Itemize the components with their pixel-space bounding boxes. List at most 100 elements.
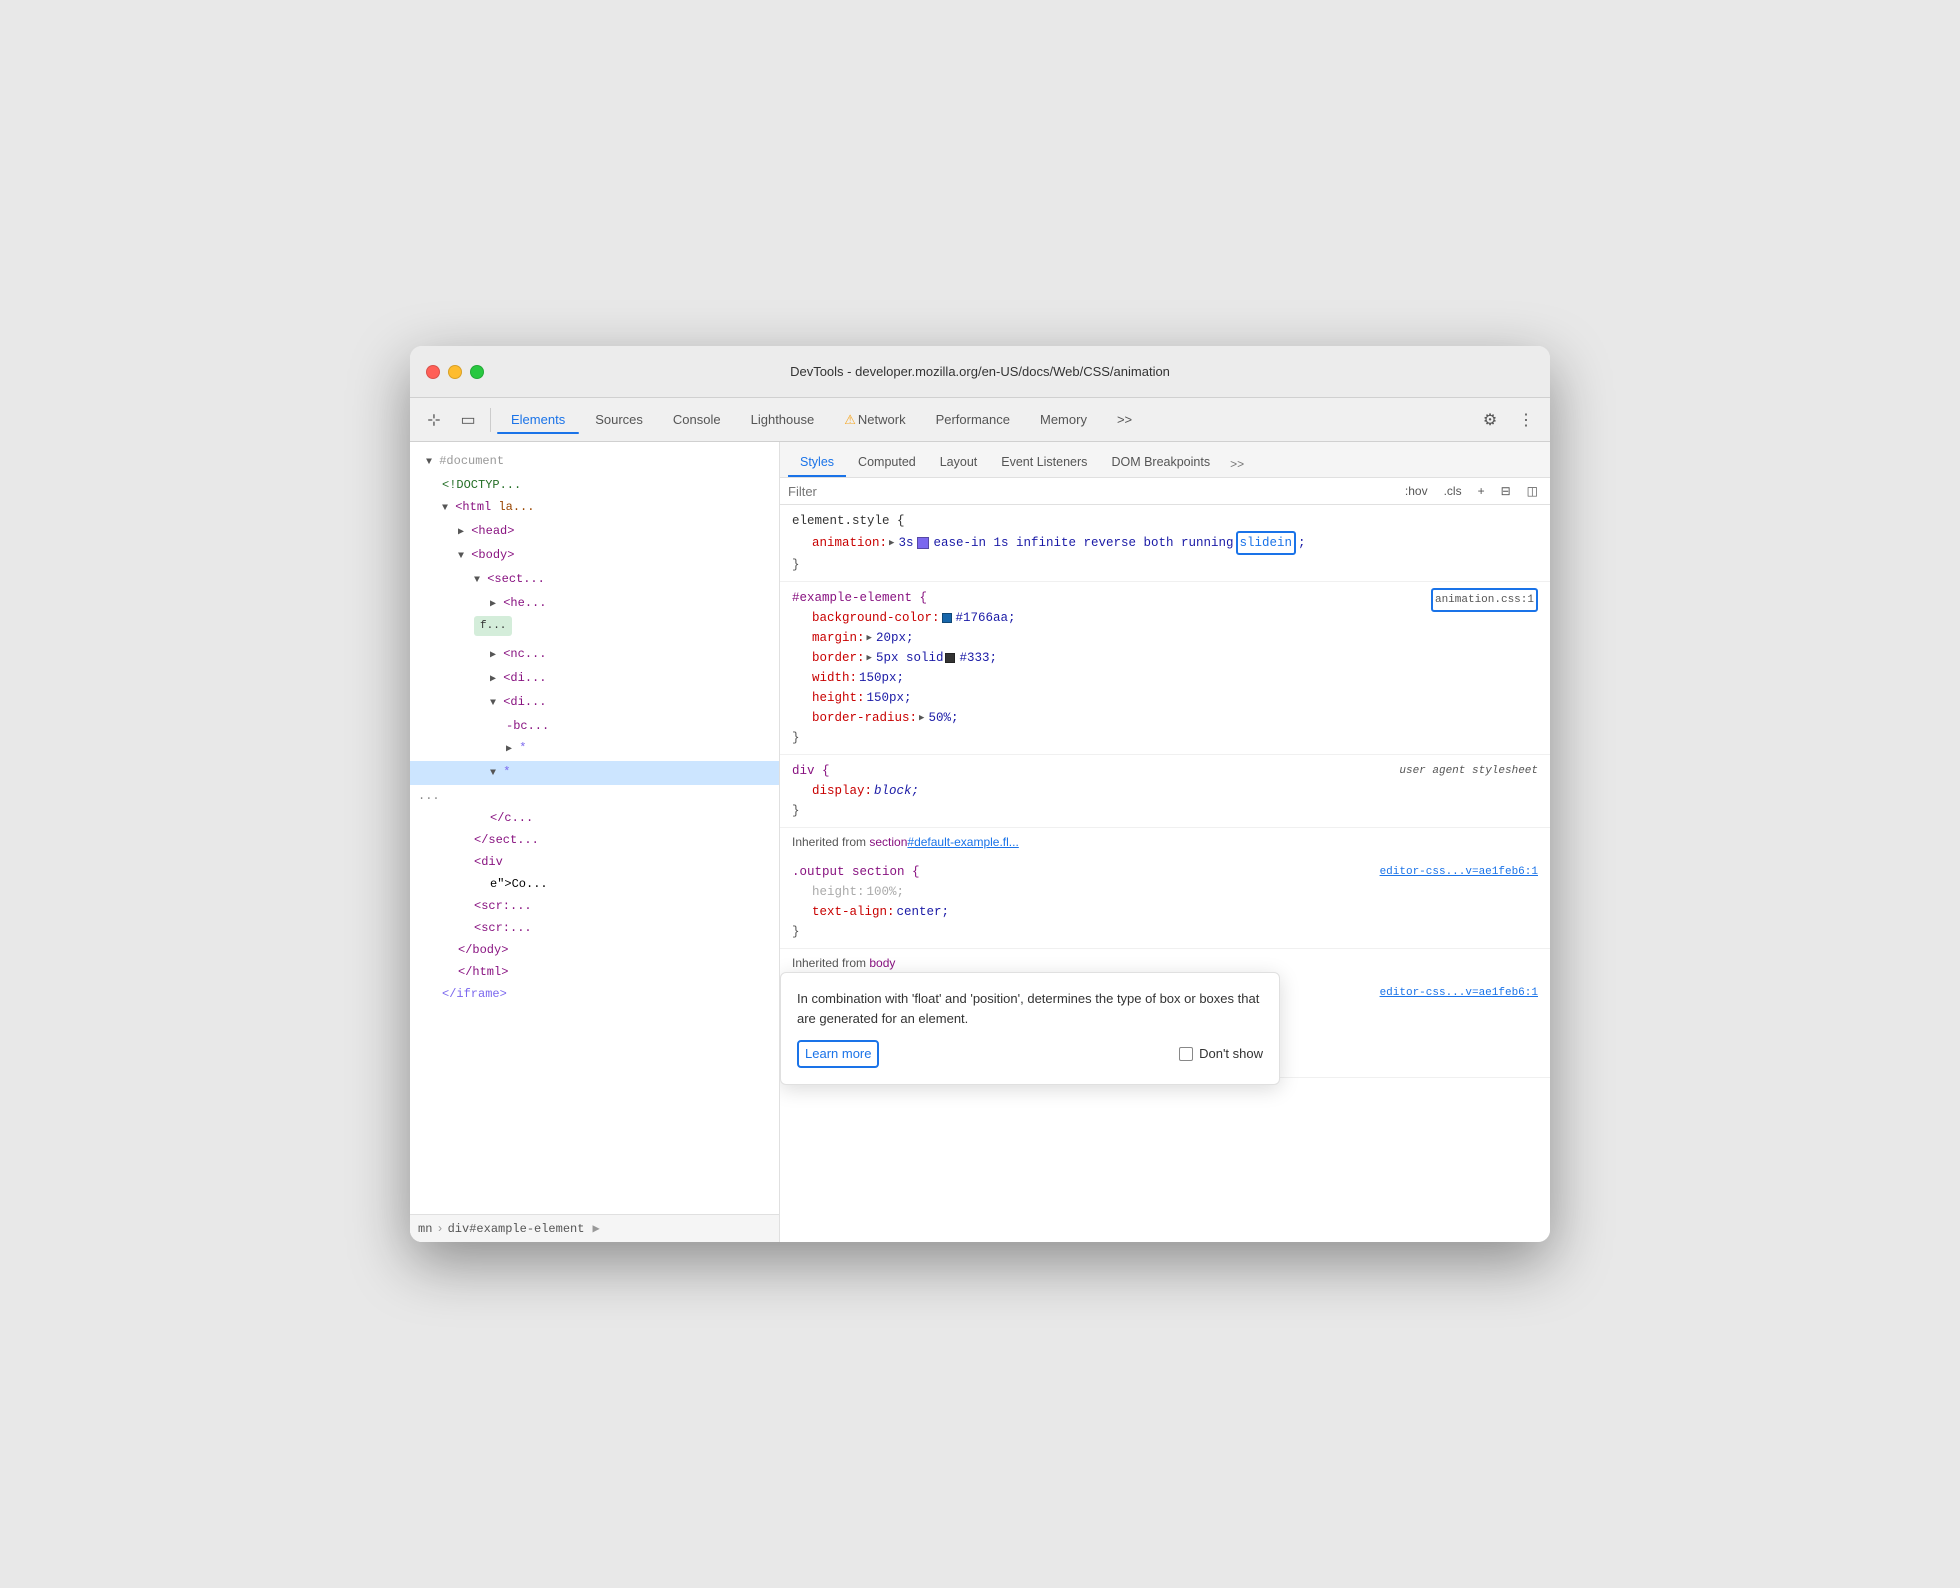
collapse-button[interactable]: ◫ bbox=[1523, 482, 1542, 500]
animation-prop-name[interactable]: animation: bbox=[812, 533, 887, 553]
styles-tab-dom-breakpoints[interactable]: DOM Breakpoints bbox=[1099, 449, 1222, 477]
learn-more-link[interactable]: Learn more bbox=[797, 1040, 879, 1068]
styles-content[interactable]: element.style { animation: ▶ 3s ease-in … bbox=[780, 505, 1550, 1242]
cls-button[interactable]: .cls bbox=[1440, 482, 1466, 500]
filter-bar: :hov .cls + ⊟ ◫ bbox=[780, 478, 1550, 505]
body-source[interactable]: editor-css...v=ae1feb6:1 bbox=[1380, 983, 1538, 1003]
margin-triangle[interactable]: ▶ bbox=[867, 628, 872, 648]
display-prop[interactable]: display: bbox=[812, 781, 872, 801]
height-prop[interactable]: height: bbox=[812, 688, 865, 708]
animation-name-highlight[interactable]: slidein bbox=[1236, 531, 1297, 555]
dom-div[interactable]: <div bbox=[410, 851, 779, 873]
bg-color-prop[interactable]: background-color: bbox=[812, 608, 940, 628]
animation-prop-line: animation: ▶ 3s ease-in 1s infinite reve… bbox=[792, 531, 1538, 555]
border-color-swatch[interactable] bbox=[945, 653, 955, 663]
window-title: DevTools - developer.mozilla.org/en-US/d… bbox=[790, 364, 1170, 379]
dom-di1[interactable]: ▶ <di... bbox=[410, 667, 779, 691]
output-height-val: 100%; bbox=[867, 882, 905, 902]
styles-tab-event-listeners[interactable]: Event Listeners bbox=[989, 449, 1099, 477]
dom-bc[interactable]: -bc... bbox=[410, 715, 779, 737]
div-selector: div { bbox=[792, 764, 830, 778]
dom-scr2[interactable]: <scr:... bbox=[410, 917, 779, 939]
filter-input[interactable] bbox=[788, 484, 1393, 499]
dom-breadcrumb: mn › div#example-element ▶ bbox=[410, 1214, 779, 1242]
dom-tree[interactable]: ▼ #document <!DOCTYP... ▼ <html la... ▶ … bbox=[410, 442, 779, 1214]
breadcrumb-div[interactable]: div#example-element bbox=[448, 1222, 585, 1236]
dom-document[interactable]: ▼ #document bbox=[410, 450, 779, 474]
margin-prop[interactable]: margin: bbox=[812, 628, 865, 648]
text-align-prop[interactable]: text-align: bbox=[812, 902, 895, 922]
dom-star[interactable]: ▶ * bbox=[410, 737, 779, 761]
tab-network[interactable]: ⚠Network bbox=[830, 406, 919, 434]
dom-star2[interactable]: ▼ * bbox=[410, 761, 779, 785]
dom-doctype[interactable]: <!DOCTYP... bbox=[410, 474, 779, 496]
close-button[interactable] bbox=[426, 365, 440, 379]
settings-icon[interactable]: ⚙ bbox=[1474, 404, 1506, 436]
bg-color-val: #1766aa; bbox=[956, 608, 1016, 628]
dom-badge[interactable]: f... bbox=[474, 616, 512, 636]
div-rule: user agent stylesheet div { display: blo… bbox=[780, 755, 1550, 828]
section-link2[interactable]: #default-example.fl... bbox=[907, 835, 1018, 849]
maximize-button[interactable] bbox=[470, 365, 484, 379]
minimize-button[interactable] bbox=[448, 365, 462, 379]
section-link[interactable]: section bbox=[869, 835, 907, 849]
dom-close-sect[interactable]: </sect... bbox=[410, 829, 779, 851]
text-align-val: center; bbox=[897, 902, 950, 922]
dom-close-iframe[interactable]: </iframe> bbox=[410, 983, 779, 1005]
output-height-prop[interactable]: height: bbox=[812, 882, 865, 902]
styles-tab-computed[interactable]: Computed bbox=[846, 449, 928, 477]
tab-elements[interactable]: Elements bbox=[497, 406, 579, 433]
dom-co[interactable]: e">Co... bbox=[410, 873, 779, 895]
more-options-icon[interactable]: ⋮ bbox=[1510, 404, 1542, 436]
inspect-style-button[interactable]: ⊟ bbox=[1497, 482, 1515, 500]
dom-panel: ▼ #document <!DOCTYP... ▼ <html la... ▶ … bbox=[410, 442, 780, 1242]
dom-scr1[interactable]: <scr:... bbox=[410, 895, 779, 917]
tooltip-popup: In combination with 'float' and 'positio… bbox=[780, 972, 1280, 1085]
dom-body[interactable]: ▼ <body> bbox=[410, 544, 779, 568]
styles-tab-layout[interactable]: Layout bbox=[928, 449, 990, 477]
dont-show-checkbox[interactable] bbox=[1179, 1047, 1193, 1061]
animation-easing: ease-in 1s infinite reverse both running bbox=[933, 533, 1233, 553]
easing-swatch[interactable] bbox=[917, 537, 929, 549]
add-style-button[interactable]: + bbox=[1474, 482, 1489, 500]
dom-he[interactable]: ▶ <he... bbox=[410, 592, 779, 616]
width-prop[interactable]: width: bbox=[812, 668, 857, 688]
dom-close-body[interactable]: </body> bbox=[410, 939, 779, 961]
tab-more[interactable]: >> bbox=[1103, 406, 1146, 433]
breadcrumb-arrow[interactable]: ▶ bbox=[592, 1221, 599, 1236]
bg-color-swatch[interactable] bbox=[942, 613, 952, 623]
hov-button[interactable]: :hov bbox=[1401, 482, 1432, 500]
example-element-selector: #example-element { bbox=[792, 591, 927, 605]
styles-tab-styles[interactable]: Styles bbox=[788, 449, 846, 477]
tab-performance[interactable]: Performance bbox=[922, 406, 1024, 433]
border-triangle[interactable]: ▶ bbox=[867, 648, 872, 668]
output-height-line: height: 100%; bbox=[792, 882, 1538, 902]
border-radius-triangle[interactable]: ▶ bbox=[919, 708, 924, 728]
styles-tab-more[interactable]: >> bbox=[1222, 451, 1252, 477]
toolbar-end: ⚙ ⋮ bbox=[1474, 404, 1542, 436]
dom-nc[interactable]: ▶ <nc... bbox=[410, 643, 779, 667]
dom-di2[interactable]: ▼ <di... bbox=[410, 691, 779, 715]
animation-css-source[interactable]: animation.css:1 bbox=[1431, 588, 1538, 612]
dom-close-c[interactable]: </c... bbox=[410, 807, 779, 829]
body-link[interactable]: body bbox=[869, 956, 895, 970]
tab-memory[interactable]: Memory bbox=[1026, 406, 1101, 433]
tab-sources[interactable]: Sources bbox=[581, 406, 657, 433]
dom-html[interactable]: ▼ <html la... bbox=[410, 496, 779, 520]
dom-sect[interactable]: ▼ <sect... bbox=[410, 568, 779, 592]
output-section-rule: editor-css...v=ae1feb6:1 .output section… bbox=[780, 856, 1550, 949]
breadcrumb-sep: › bbox=[436, 1222, 443, 1236]
border-prop[interactable]: border: bbox=[812, 648, 865, 668]
width-val: 150px; bbox=[859, 668, 904, 688]
animation-semi: ; bbox=[1298, 533, 1306, 553]
animation-triangle[interactable]: ▶ bbox=[889, 533, 894, 553]
tab-lighthouse[interactable]: Lighthouse bbox=[737, 406, 829, 433]
breadcrumb-mn[interactable]: mn bbox=[418, 1222, 432, 1236]
cursor-icon[interactable]: ⊹ bbox=[418, 404, 450, 436]
device-icon[interactable]: ▭ bbox=[452, 404, 484, 436]
output-section-source[interactable]: editor-css...v=ae1feb6:1 bbox=[1380, 862, 1538, 882]
border-radius-prop[interactable]: border-radius: bbox=[812, 708, 917, 728]
dom-close-html[interactable]: </html> bbox=[410, 961, 779, 983]
dom-head[interactable]: ▶ <head> bbox=[410, 520, 779, 544]
tab-console[interactable]: Console bbox=[659, 406, 735, 433]
